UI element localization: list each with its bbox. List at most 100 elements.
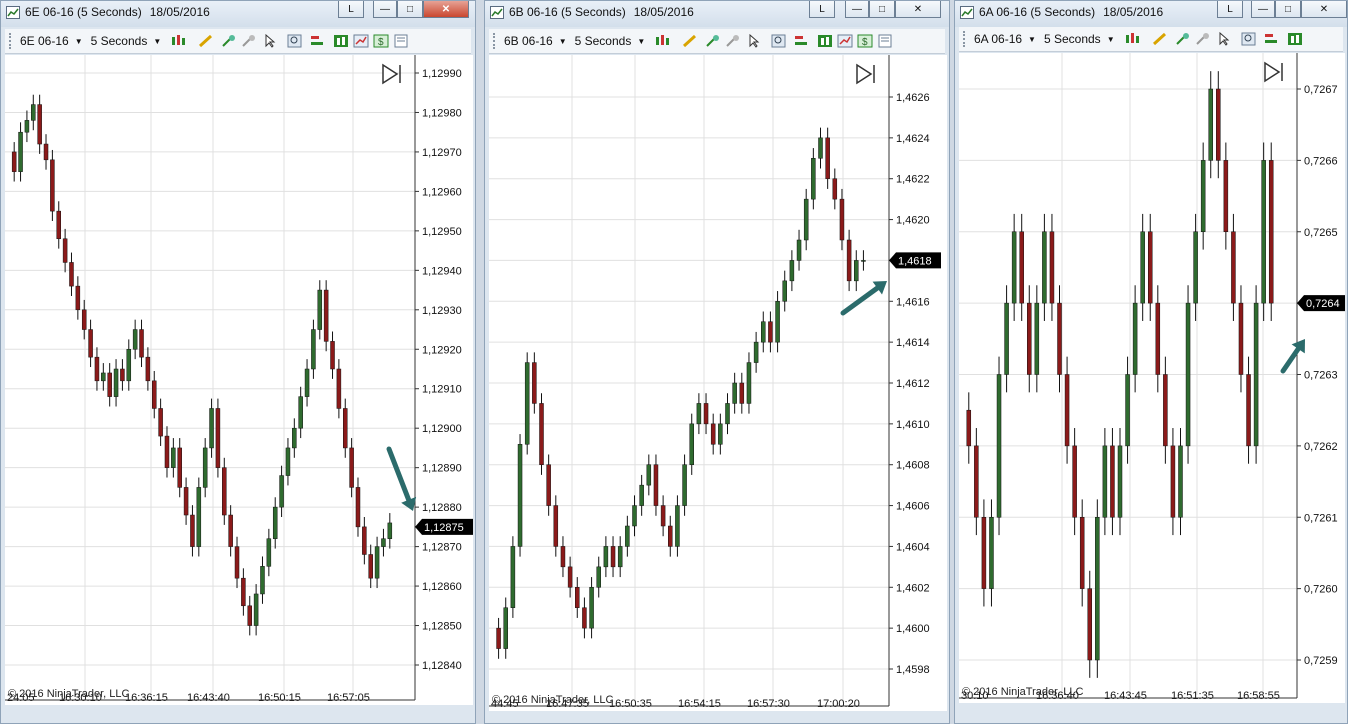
interval-selector[interactable]: 5 Seconds ▼ (575, 34, 646, 48)
strategies-icon[interactable] (1287, 31, 1303, 47)
price-bar (1072, 428, 1077, 536)
price-bar (1246, 356, 1251, 464)
chart-toolbar: 6E 06-16 ▼ 5 Seconds ▼ $ (5, 29, 471, 54)
price-bar (1087, 570, 1093, 678)
price-bar (285, 438, 291, 486)
data-box-icon[interactable] (393, 33, 409, 49)
chart-window-6e[interactable]: 6E 06-16 (5 Seconds) 18/05/2016 L — □ ✕ 6… (0, 0, 476, 724)
chart-window-6b[interactable]: 6B 06-16 (5 Seconds) 18/05/2016 L — □ ✕ 6… (484, 0, 950, 724)
price-bar (682, 454, 687, 516)
dollar-icon[interactable]: $ (373, 33, 389, 49)
price-chart[interactable]: 1,4626 1,4624 1,4622 1,4620 1,4618 1,4616 1,46… (489, 55, 947, 711)
maximize-button[interactable]: □ (397, 1, 423, 18)
bar-style-icon[interactable] (653, 33, 675, 49)
scroll-to-end-icon[interactable] (1264, 61, 1283, 83)
title-bar[interactable]: 6E 06-16 (5 Seconds) 18/05/2016 L — □ ✕ (1, 1, 475, 27)
chart-area[interactable]: 0,7267 0,7266 0,7265 0,7264 0,7263 0,7262 0,72… (959, 53, 1345, 703)
instrument-selector[interactable]: 6A 06-16 ▼ (974, 32, 1036, 46)
maximize-button[interactable]: □ (1275, 1, 1301, 18)
zoom-out-icon[interactable] (241, 33, 257, 49)
chart-properties-icon[interactable] (353, 33, 369, 49)
scroll-to-end-icon[interactable] (856, 63, 875, 85)
svg-text:$: $ (862, 37, 868, 48)
price-bar (811, 148, 816, 210)
chart-app-icon (6, 6, 20, 19)
minimize-button[interactable]: — (1251, 1, 1275, 18)
pencil-icon[interactable] (1149, 31, 1171, 47)
price-bar (532, 352, 537, 414)
price-bar (1117, 428, 1123, 536)
price-bar (1216, 71, 1221, 179)
chart-app-icon (490, 6, 504, 19)
interval-selector[interactable]: 5 Seconds ▼ (1044, 32, 1115, 46)
instrument-selector[interactable]: 6E 06-16 ▼ (20, 34, 83, 48)
price-chart[interactable]: 0,7267 0,7266 0,7265 0,7264 0,7263 0,7262 0,72… (959, 53, 1345, 703)
toolbar-grip[interactable] (963, 31, 968, 47)
price-axis-label: 1,4600 (896, 623, 930, 635)
close-button[interactable]: ✕ (423, 1, 469, 18)
bar-style-icon[interactable] (169, 33, 191, 49)
cursor-icon[interactable] (745, 33, 767, 49)
close-button[interactable]: ✕ (1301, 1, 1347, 18)
price-bar (56, 201, 61, 249)
title-bar[interactable]: 6A 06-16 (5 Seconds) 18/05/2016 L — □ ✕ (955, 1, 1347, 27)
zoom-in-icon[interactable] (221, 33, 237, 49)
zoom-in-icon[interactable] (1175, 31, 1191, 47)
toolbar-grip[interactable] (9, 33, 14, 49)
magnify-icon[interactable] (287, 33, 303, 49)
price-axis-label: 0,7259 (1304, 655, 1338, 667)
strategies-icon[interactable] (333, 33, 349, 49)
time-axis-label: 16:36:15 (125, 692, 168, 704)
price-bar (202, 438, 208, 498)
price-bar (1261, 142, 1266, 321)
price-bar (517, 434, 523, 557)
price-bar (603, 536, 609, 578)
bar-style-icon[interactable] (1123, 31, 1145, 47)
dollar-icon[interactable]: $ (857, 33, 873, 49)
zoom-out-icon[interactable] (725, 33, 741, 49)
zoom-in-icon[interactable] (705, 33, 721, 49)
pencil-icon[interactable] (195, 33, 217, 49)
interval-selector[interactable]: 5 Seconds ▼ (91, 34, 162, 48)
pencil-icon[interactable] (679, 33, 701, 49)
link-button[interactable]: L (1217, 1, 1243, 18)
indicators-icon[interactable] (307, 33, 329, 49)
magnify-icon[interactable] (771, 33, 787, 49)
price-bar (292, 418, 297, 458)
price-bar (1079, 499, 1085, 607)
current-price-label: 0,7264 (1306, 298, 1340, 310)
window-title: 6A 06-16 (5 Seconds) 18/05/2016 (979, 5, 1164, 19)
indicators-icon[interactable] (791, 33, 813, 49)
chart-area[interactable]: 1,4626 1,4624 1,4622 1,4620 1,4618 1,4616 1,46… (489, 55, 947, 711)
chart-properties-icon[interactable] (837, 33, 853, 49)
link-button[interactable]: L (809, 1, 835, 18)
scroll-to-end-icon[interactable] (382, 63, 401, 85)
cursor-icon[interactable] (1215, 31, 1237, 47)
minimize-button[interactable]: — (845, 1, 869, 18)
close-button[interactable]: ✕ (895, 1, 941, 18)
indicators-icon[interactable] (1261, 31, 1283, 47)
price-bar (732, 372, 737, 414)
magnify-icon[interactable] (1241, 31, 1257, 47)
cursor-icon[interactable] (261, 33, 283, 49)
toolbar-grip[interactable] (493, 33, 498, 49)
price-bar (539, 393, 544, 475)
chart-area[interactable]: 1,12990 1,12980 1,12970 1,12960 1,12950 1,129… (5, 55, 473, 705)
price-axis-label: 1,4610 (896, 419, 930, 431)
data-box-icon[interactable] (877, 33, 893, 49)
maximize-button[interactable]: □ (869, 1, 895, 18)
title-bar[interactable]: 6B 06-16 (5 Seconds) 18/05/2016 L — □ ✕ (485, 1, 949, 27)
price-bar (1125, 356, 1130, 464)
price-bar (582, 597, 587, 639)
strategies-icon[interactable] (817, 33, 833, 49)
price-bar (575, 577, 580, 618)
instrument-selector[interactable]: 6B 06-16 ▼ (504, 34, 567, 48)
price-bar (974, 428, 979, 536)
zoom-out-icon[interactable] (1195, 31, 1211, 47)
chart-window-6a[interactable]: 6A 06-16 (5 Seconds) 18/05/2016 L — □ ✕ 6… (954, 0, 1348, 724)
price-chart[interactable]: 1,12990 1,12980 1,12970 1,12960 1,12950 1,129… (5, 55, 473, 705)
minimize-button[interactable]: — (373, 1, 397, 18)
link-button[interactable]: L (338, 1, 364, 18)
window-title: 6E 06-16 (5 Seconds) 18/05/2016 (25, 5, 210, 19)
price-bar (981, 499, 987, 607)
